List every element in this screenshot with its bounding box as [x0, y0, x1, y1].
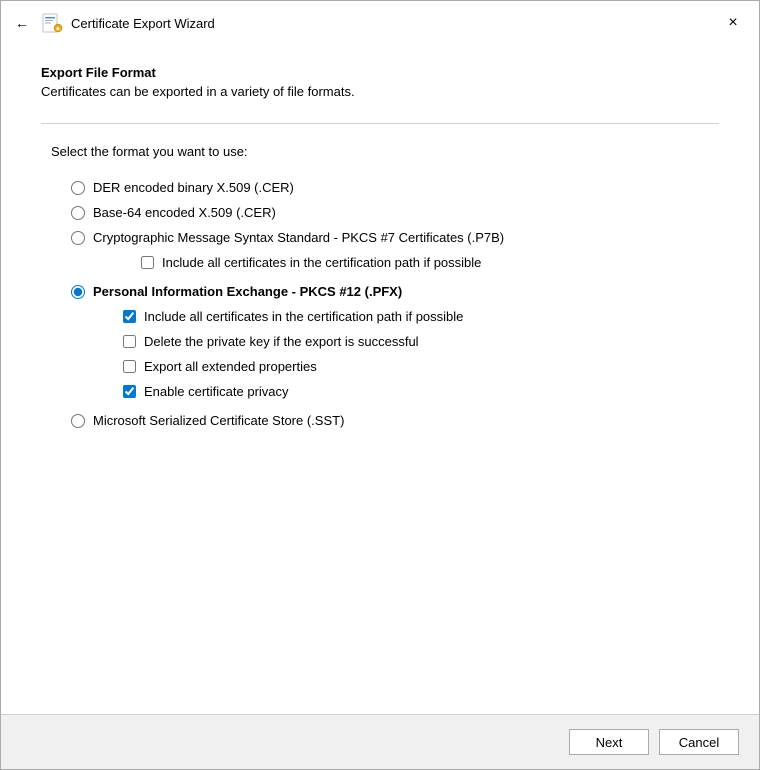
wizard-window: ← ★ Certificate Export Wizard × Export F…: [0, 0, 760, 770]
section-description: Certificates can be exported in a variet…: [41, 84, 719, 99]
section-title: Export File Format: [41, 65, 719, 80]
section-header: Export File Format Certificates can be e…: [41, 65, 719, 99]
cms-include-all-option: Include all certificates in the certific…: [71, 250, 719, 275]
svg-text:★: ★: [55, 26, 61, 33]
format-cms: Cryptographic Message Syntax Standard - …: [71, 225, 719, 250]
format-der-radio[interactable]: [71, 181, 85, 195]
pfx-include-all-option: Include all certificates in the certific…: [123, 304, 719, 329]
pfx-suboptions: Include all certificates in the certific…: [71, 304, 719, 404]
pfx-export-props-option: Export all extended properties: [123, 354, 719, 379]
pfx-enable-privacy-checkbox[interactable]: [123, 385, 136, 398]
next-button[interactable]: Next: [569, 729, 649, 755]
title-bar-left: ← ★ Certificate Export Wizard: [11, 11, 215, 35]
format-base64-label: Base-64 encoded X.509 (.CER): [93, 205, 276, 220]
pfx-enable-privacy-label: Enable certificate privacy: [144, 384, 289, 399]
pfx-delete-key-checkbox[interactable]: [123, 335, 136, 348]
format-pfx-label: Personal Information Exchange - PKCS #12…: [93, 284, 402, 299]
format-base64: Base-64 encoded X.509 (.CER): [71, 200, 719, 225]
format-cms-label: Cryptographic Message Syntax Standard - …: [93, 230, 504, 245]
pfx-include-all-label: Include all certificates in the certific…: [144, 309, 463, 324]
pfx-delete-key-option: Delete the private key if the export is …: [123, 329, 719, 354]
main-content: Export File Format Certificates can be e…: [1, 45, 759, 714]
format-der: DER encoded binary X.509 (.CER): [71, 175, 719, 200]
pfx-export-props-label: Export all extended properties: [144, 359, 317, 374]
cms-include-all-label: Include all certificates in the certific…: [162, 255, 481, 270]
divider: [41, 123, 719, 124]
format-sst: Microsoft Serialized Certificate Store (…: [71, 408, 719, 433]
window-title: Certificate Export Wizard: [71, 16, 215, 31]
format-pfx-radio[interactable]: [71, 285, 85, 299]
format-base64-radio[interactable]: [71, 206, 85, 220]
close-button[interactable]: ×: [719, 9, 747, 37]
format-der-label: DER encoded binary X.509 (.CER): [93, 180, 294, 195]
cms-include-all-checkbox[interactable]: [141, 256, 154, 269]
format-sst-radio[interactable]: [71, 414, 85, 428]
pfx-delete-key-label: Delete the private key if the export is …: [144, 334, 419, 349]
back-button[interactable]: ←: [11, 11, 33, 35]
format-sst-label: Microsoft Serialized Certificate Store (…: [93, 413, 344, 428]
footer: Next Cancel: [1, 714, 759, 769]
title-bar: ← ★ Certificate Export Wizard ×: [1, 1, 759, 45]
format-cms-radio[interactable]: [71, 231, 85, 245]
certificate-icon: ★: [41, 12, 63, 34]
format-options: DER encoded binary X.509 (.CER) Base-64 …: [41, 175, 719, 433]
pfx-include-all-checkbox[interactable]: [123, 310, 136, 323]
cancel-button[interactable]: Cancel: [659, 729, 739, 755]
pfx-enable-privacy-option: Enable certificate privacy: [123, 379, 719, 404]
format-pfx: Personal Information Exchange - PKCS #12…: [71, 279, 719, 304]
format-prompt: Select the format you want to use:: [41, 144, 719, 159]
pfx-export-props-checkbox[interactable]: [123, 360, 136, 373]
